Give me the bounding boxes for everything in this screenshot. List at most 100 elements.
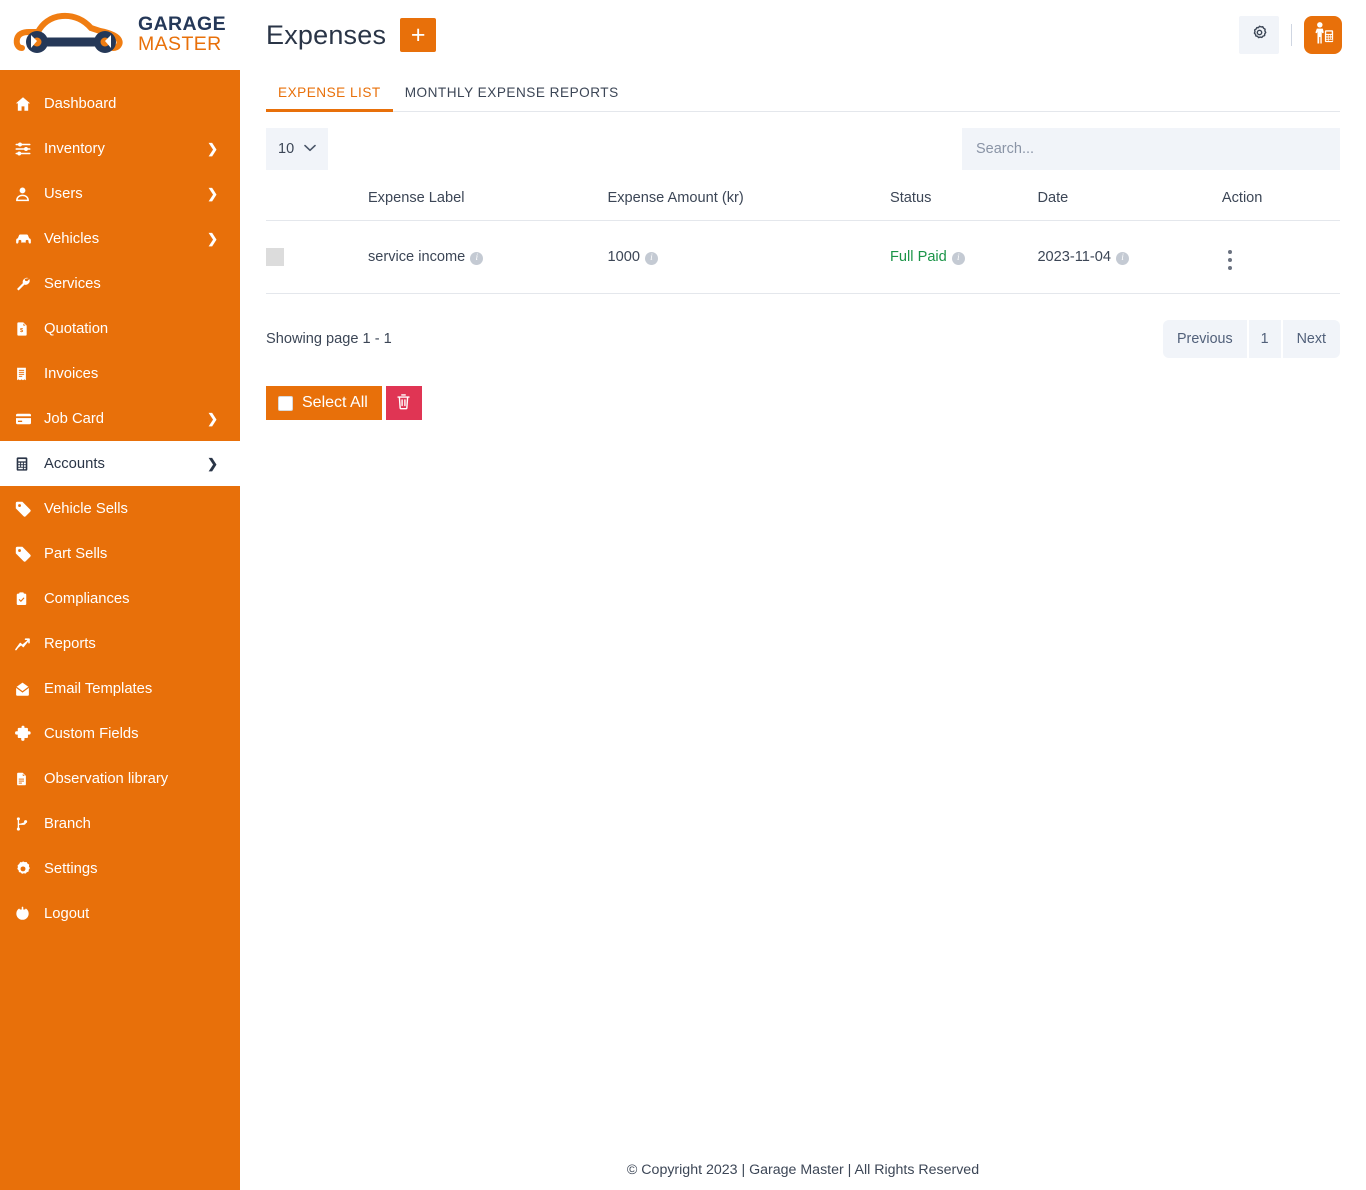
sidebar-item-compliances[interactable]: Compliances bbox=[0, 576, 240, 621]
sidebar-item-observation-library[interactable]: Observation library bbox=[0, 756, 240, 801]
sidebar-item-label: Invoices bbox=[40, 366, 98, 382]
sidebar-item-services[interactable]: Services bbox=[0, 261, 240, 306]
accountant-person-icon bbox=[1313, 21, 1334, 49]
add-expense-button[interactable]: + bbox=[400, 18, 436, 52]
sidebar-item-label: Branch bbox=[40, 816, 91, 832]
sidebar-item-label: Services bbox=[40, 276, 101, 292]
sidebar-item-branch[interactable]: Branch bbox=[0, 801, 240, 846]
tab-monthly-expense-reports[interactable]: MONTHLY EXPENSE REPORTS bbox=[393, 85, 631, 111]
chevron-right-icon: ❯ bbox=[207, 412, 218, 425]
page-number-button[interactable]: 1 bbox=[1249, 320, 1281, 358]
sidebar-item-invoices[interactable]: Invoices bbox=[0, 351, 240, 396]
sidebar-item-logout[interactable]: Logout bbox=[0, 891, 240, 936]
chevron-right-icon: ❯ bbox=[207, 457, 218, 470]
sliders-icon bbox=[14, 140, 40, 158]
table-head: Expense Label Expense Amount (kr) Status… bbox=[266, 184, 1340, 221]
chevron-right-icon: ❯ bbox=[207, 187, 218, 200]
cell-expense-amount: 1000i bbox=[608, 221, 891, 294]
select-all-button[interactable]: Select All bbox=[266, 386, 382, 420]
select-all-label: Select All bbox=[302, 394, 368, 412]
sidebar-item-label: Users bbox=[40, 186, 83, 202]
pagination: Previous 1 Next bbox=[1163, 320, 1340, 358]
select-all-checkbox[interactable] bbox=[278, 396, 293, 411]
expense-table: Expense Label Expense Amount (kr) Status… bbox=[266, 184, 1340, 294]
sidebar-item-label: Part Sells bbox=[40, 546, 107, 562]
sidebar-item-email-templates[interactable]: Email Templates bbox=[0, 666, 240, 711]
calculator-icon bbox=[14, 455, 40, 473]
sidebar-item-custom-fields[interactable]: Custom Fields bbox=[0, 711, 240, 756]
sidebar-item-quotation[interactable]: $Quotation bbox=[0, 306, 240, 351]
sidebar-item-label: Dashboard bbox=[40, 96, 116, 112]
branch-icon bbox=[14, 815, 40, 833]
status-badge: Full Paid bbox=[890, 249, 947, 265]
info-icon[interactable]: i bbox=[952, 252, 965, 265]
copyright-text: © Copyright 2023 | Garage Master | All R… bbox=[627, 1162, 979, 1178]
column-header-expense-amount: Expense Amount (kr) bbox=[608, 184, 891, 221]
chevron-right-icon: ❯ bbox=[207, 232, 218, 245]
table-row: service incomei1000iFull Paidi2023-11-04… bbox=[266, 221, 1340, 294]
column-header-action: Action bbox=[1222, 184, 1340, 221]
brand-line-2: MASTER bbox=[138, 35, 226, 55]
trash-icon bbox=[396, 393, 411, 413]
info-icon[interactable]: i bbox=[1116, 252, 1129, 265]
sidebar-item-label: Settings bbox=[40, 861, 97, 877]
clipboard-check-icon bbox=[14, 590, 40, 608]
settings-button[interactable] bbox=[1239, 16, 1279, 54]
tab-bar: EXPENSE LISTMONTHLY EXPENSE REPORTS bbox=[266, 70, 1340, 112]
brand-logo[interactable]: GARAGE MASTER bbox=[0, 0, 240, 70]
car-wrench-logo-icon bbox=[12, 8, 132, 62]
sidebar-item-part-sells[interactable]: Part Sells bbox=[0, 531, 240, 576]
page-size-value: 10 bbox=[278, 141, 294, 157]
content-panel: 10 Expense Label Expense Amount (kr) bbox=[240, 112, 1366, 420]
tag-icon bbox=[14, 500, 40, 518]
sidebar-item-label: Job Card bbox=[40, 411, 104, 427]
next-page-button[interactable]: Next bbox=[1283, 320, 1340, 358]
mail-open-icon bbox=[14, 680, 40, 698]
delete-selected-button[interactable] bbox=[386, 386, 422, 420]
footer: © Copyright 2023 | Garage Master | All R… bbox=[240, 1150, 1366, 1190]
sidebar-item-label: Logout bbox=[40, 906, 89, 922]
sidebar-item-label: Reports bbox=[40, 636, 96, 652]
column-header-select bbox=[266, 184, 368, 221]
user-icon bbox=[14, 185, 40, 203]
sidebar-item-label: Custom Fields bbox=[40, 726, 139, 742]
previous-page-button[interactable]: Previous bbox=[1163, 320, 1247, 358]
gear-icon bbox=[14, 860, 40, 878]
sidebar-item-label: Email Templates bbox=[40, 681, 152, 697]
sidebar-item-label: Compliances bbox=[40, 591, 130, 607]
sidebar-item-label: Observation library bbox=[40, 771, 168, 787]
sidebar-nav: DashboardInventory❯Users❯Vehicles❯Servic… bbox=[0, 70, 240, 936]
sidebar-item-dashboard[interactable]: Dashboard bbox=[0, 81, 240, 126]
table-toolbar: 10 bbox=[266, 112, 1340, 170]
table-header-row: Expense Label Expense Amount (kr) Status… bbox=[266, 184, 1340, 221]
app-root: GARAGE MASTER DashboardInventory❯Users❯V… bbox=[0, 0, 1366, 1190]
home-icon bbox=[14, 95, 40, 113]
cell-date: 2023-11-04i bbox=[1037, 221, 1221, 294]
sidebar-item-reports[interactable]: Reports bbox=[0, 621, 240, 666]
kebab-menu-icon[interactable] bbox=[1222, 248, 1238, 272]
search-input[interactable] bbox=[962, 128, 1340, 170]
sidebar-item-job-card[interactable]: Job Card ❯ bbox=[0, 396, 240, 441]
car-icon bbox=[14, 230, 40, 248]
sidebar-item-settings[interactable]: Settings bbox=[0, 846, 240, 891]
sidebar-item-vehicle-sells[interactable]: Vehicle Sells bbox=[0, 486, 240, 531]
sidebar-item-vehicles[interactable]: Vehicles❯ bbox=[0, 216, 240, 261]
cell-action bbox=[1222, 221, 1340, 294]
sidebar-item-label: Quotation bbox=[40, 321, 108, 337]
chart-line-icon bbox=[14, 635, 40, 653]
sidebar-item-users[interactable]: Users ❯ bbox=[0, 171, 240, 216]
puzzle-icon bbox=[14, 725, 40, 743]
main-area: Expenses + bbox=[240, 0, 1366, 1190]
info-icon[interactable]: i bbox=[645, 252, 658, 265]
sidebar-item-inventory[interactable]: Inventory❯ bbox=[0, 126, 240, 171]
info-icon[interactable]: i bbox=[470, 252, 483, 265]
quote-doc-icon: $ bbox=[14, 320, 40, 338]
sidebar-item-accounts[interactable]: Accounts❯ bbox=[0, 441, 240, 486]
expense-label-text: service income bbox=[368, 249, 465, 265]
row-checkbox[interactable] bbox=[266, 248, 284, 266]
avatar[interactable] bbox=[1304, 16, 1342, 54]
showing-page-text: Showing page 1 - 1 bbox=[266, 331, 392, 347]
tab-expense-list[interactable]: EXPENSE LIST bbox=[266, 85, 393, 111]
page-size-select[interactable]: 10 bbox=[266, 128, 328, 170]
row-select-cell bbox=[266, 221, 368, 294]
